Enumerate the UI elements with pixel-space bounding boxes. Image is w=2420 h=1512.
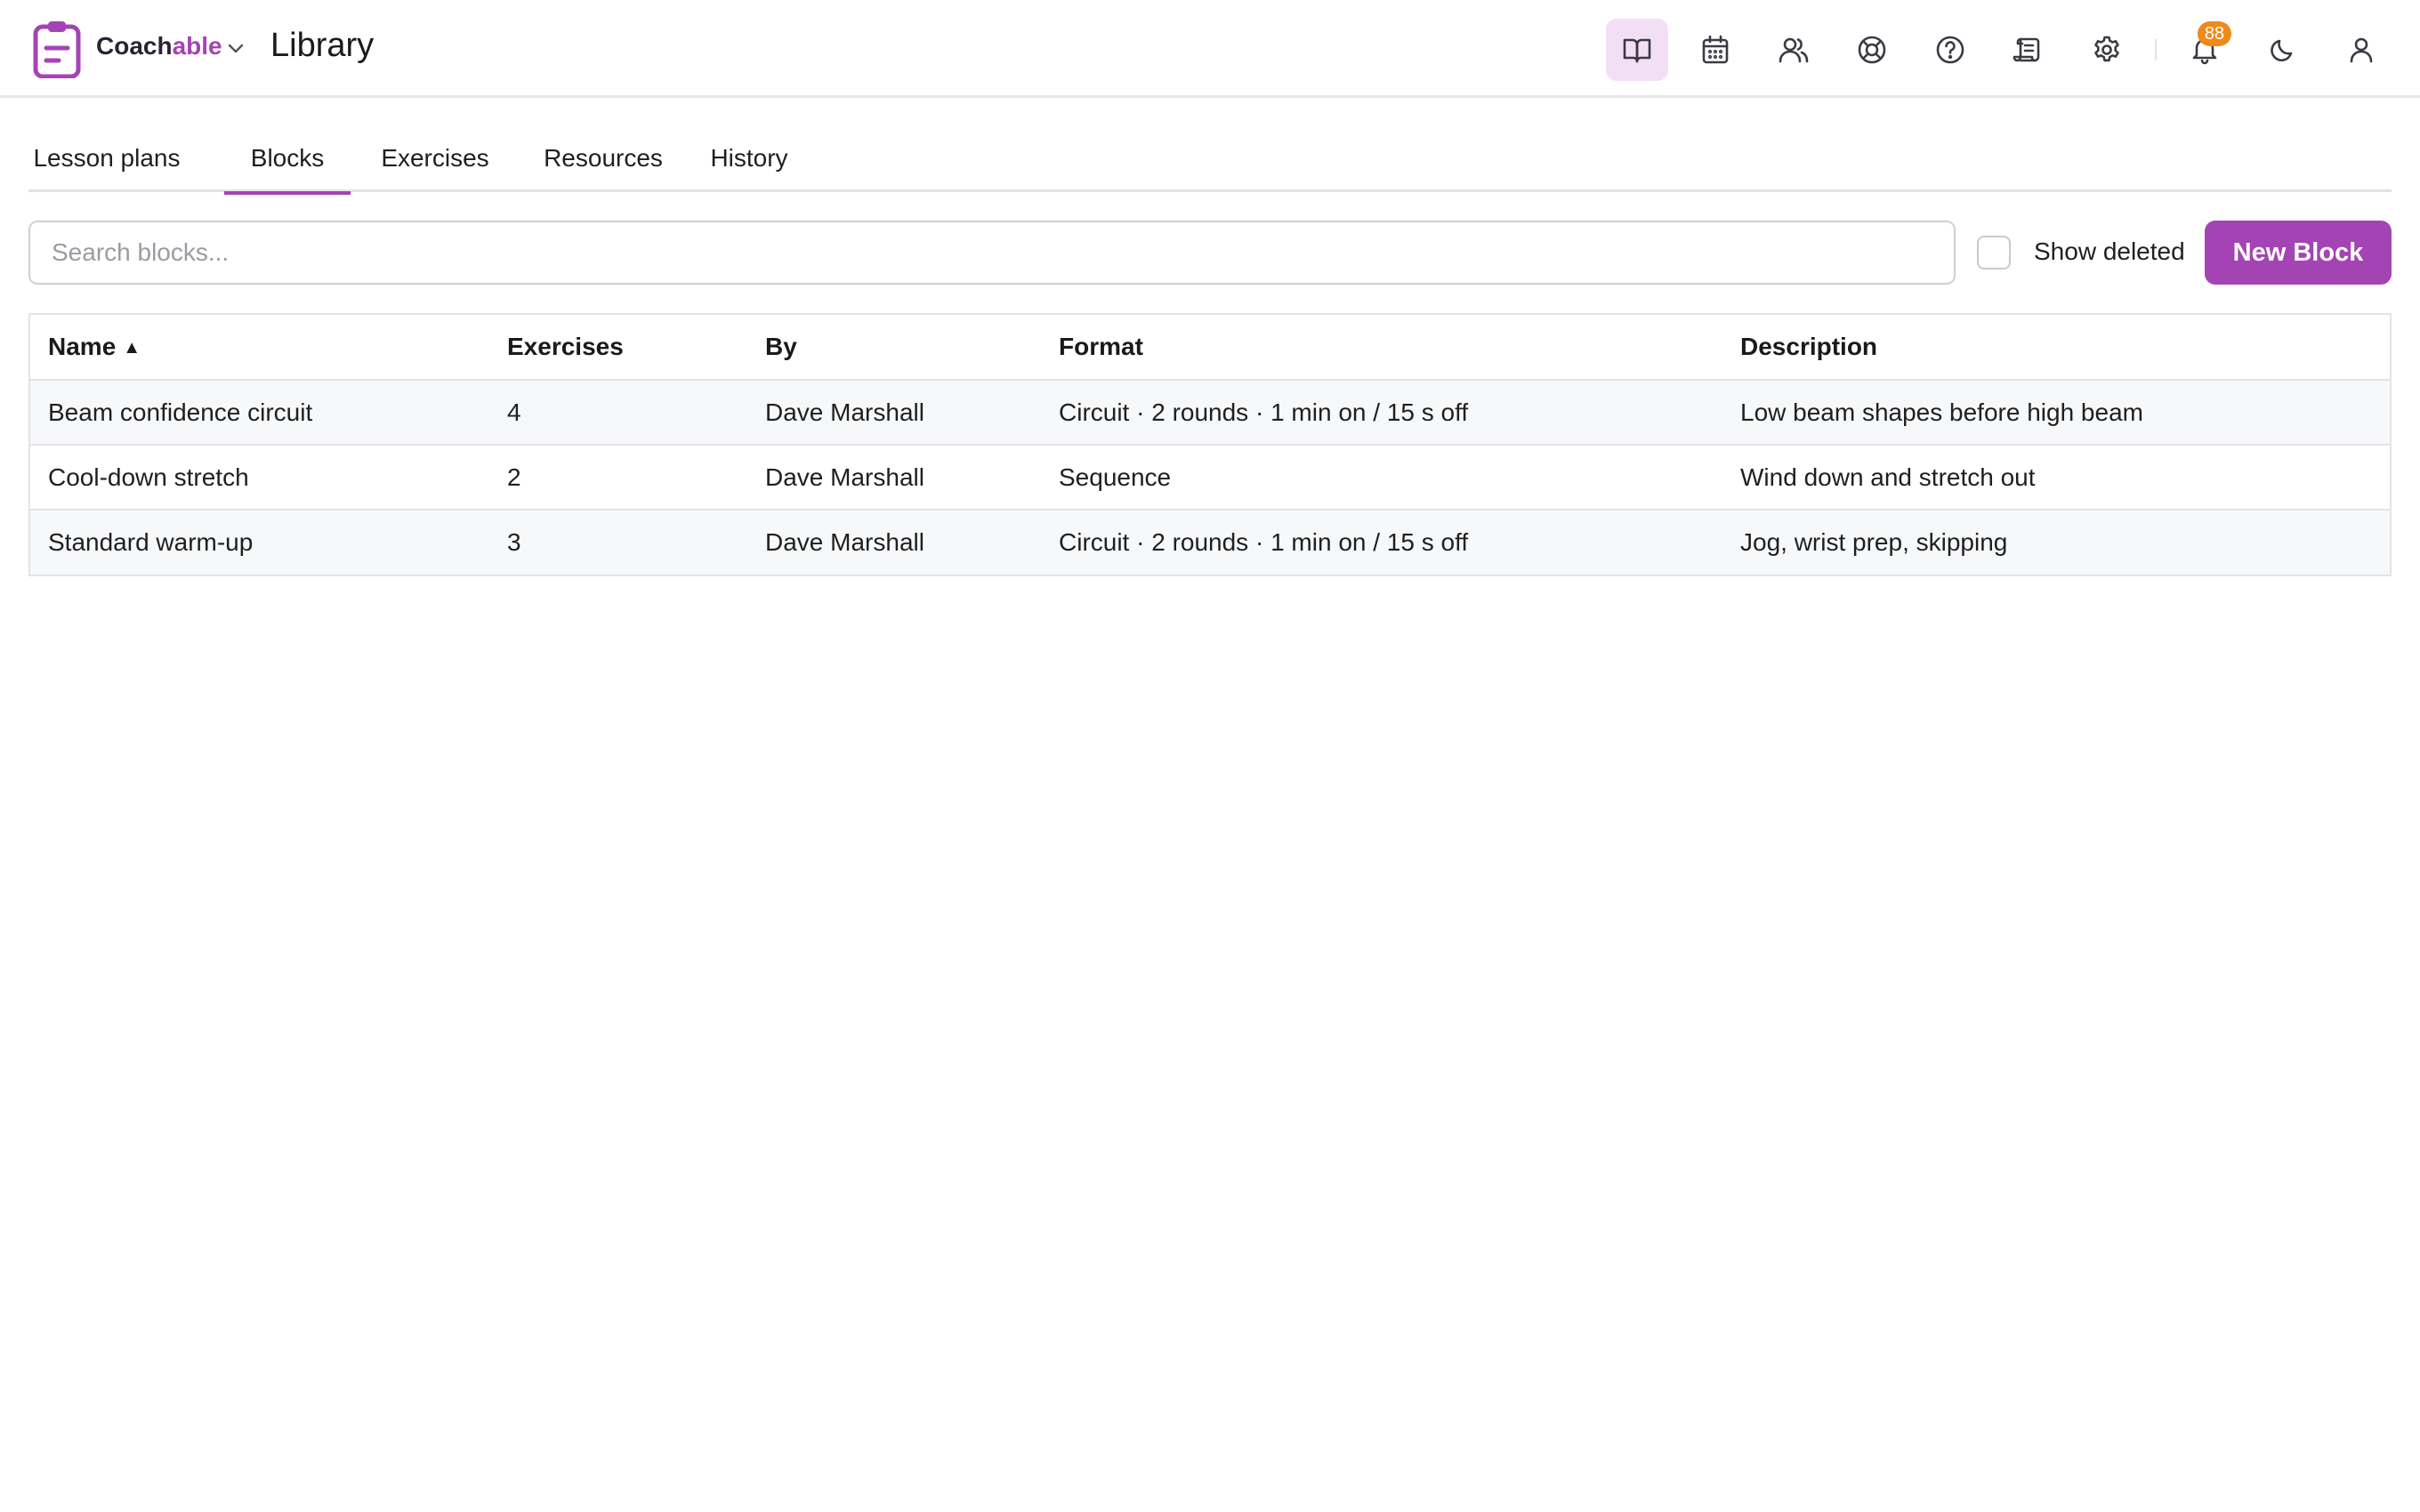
lifebuoy-button[interactable]	[1841, 19, 1903, 81]
table-row[interactable]: Standard warm-up 3 Dave Marshall Circuit…	[30, 511, 2390, 575]
tab-exercises[interactable]: Exercises	[377, 133, 493, 192]
brand-name-main: Coach	[96, 32, 173, 60]
library-icon	[1623, 38, 1651, 63]
search-input[interactable]	[28, 221, 1956, 285]
column-header-description[interactable]: Description	[1740, 315, 1877, 379]
column-header-name-label: Name	[48, 333, 117, 360]
cell-exercises: 2	[507, 463, 521, 491]
page-title: Library	[270, 27, 375, 64]
gear-icon	[2094, 36, 2119, 62]
theme-toggle-button[interactable]	[2252, 19, 2314, 81]
table-row[interactable]: Cool-down stretch 2 Dave Marshall Sequen…	[30, 446, 2390, 511]
cell-by: Dave Marshall	[765, 528, 924, 556]
users-button[interactable]	[1763, 19, 1825, 81]
show-deleted-checkbox[interactable]	[1977, 236, 2011, 269]
library-button[interactable]	[1606, 19, 1668, 81]
library-tabs: Lesson plans Blocks Exercises Resources …	[28, 133, 2392, 195]
cell-format: Sequence	[1059, 463, 1172, 491]
column-header-exercises[interactable]: Exercises	[507, 315, 624, 379]
cell-by: Dave Marshall	[765, 398, 924, 426]
sort-ascending-icon: ▲	[123, 338, 141, 358]
cell-description: Wind down and stretch out	[1740, 463, 2036, 491]
cell-name: Beam confidence circuit	[48, 398, 313, 426]
table-row[interactable]: Beam confidence circuit 4 Dave Marshall …	[30, 381, 2390, 446]
moon-icon	[2271, 39, 2293, 61]
show-deleted-label[interactable]: Show deleted	[2034, 237, 2185, 266]
cell-name: Cool-down stretch	[48, 463, 249, 491]
help-icon	[1936, 36, 1964, 64]
notification-count-badge: 88	[2198, 21, 2231, 46]
user-icon	[2350, 37, 2373, 63]
cell-exercises: 3	[507, 528, 521, 556]
column-header-name[interactable]: Name ▲	[48, 315, 141, 380]
tab-blocks[interactable]: Blocks	[224, 133, 351, 195]
chevron-down-icon[interactable]	[226, 39, 246, 59]
toolbar-divider	[2155, 39, 2157, 60]
scroll-icon	[2013, 37, 2040, 62]
brand-name-accent: able	[172, 32, 222, 60]
column-header-format[interactable]: Format	[1059, 315, 1143, 379]
tab-history[interactable]: History	[696, 133, 803, 192]
cell-description: Low beam shapes before high beam	[1740, 398, 2143, 426]
cell-format: Circuit · 2 rounds · 1 min on / 15 s off	[1059, 398, 1469, 426]
top-bar: Coachable Library 88	[0, 0, 2420, 98]
calendar-icon	[1702, 35, 1729, 64]
users-icon	[1779, 37, 1809, 63]
cell-description: Jog, wrist prep, skipping	[1740, 528, 2008, 556]
blocks-table: Name ▲ Exercises By Format Description Be…	[28, 313, 2392, 576]
lifebuoy-icon	[1858, 36, 1886, 64]
table-header-row: Name ▲ Exercises By Format Description	[30, 315, 2390, 381]
cell-exercises: 4	[507, 398, 521, 426]
account-button[interactable]	[2330, 19, 2392, 81]
clipboard-logo-icon[interactable]	[32, 20, 82, 78]
brand-name[interactable]: Coachable	[96, 32, 222, 60]
scroll-button[interactable]	[1997, 19, 2060, 81]
cell-by: Dave Marshall	[765, 463, 924, 491]
tab-resources[interactable]: Resources	[523, 133, 683, 192]
calendar-button[interactable]	[1684, 19, 1746, 81]
cell-format: Circuit · 2 rounds · 1 min on / 15 s off	[1059, 528, 1469, 556]
settings-button[interactable]	[2076, 19, 2138, 81]
new-block-button[interactable]: New Block	[2205, 221, 2392, 285]
cell-name: Standard warm-up	[48, 528, 254, 556]
help-button[interactable]	[1919, 19, 1981, 81]
tab-lesson-plans[interactable]: Lesson plans	[28, 133, 185, 192]
column-header-by[interactable]: By	[765, 315, 797, 379]
